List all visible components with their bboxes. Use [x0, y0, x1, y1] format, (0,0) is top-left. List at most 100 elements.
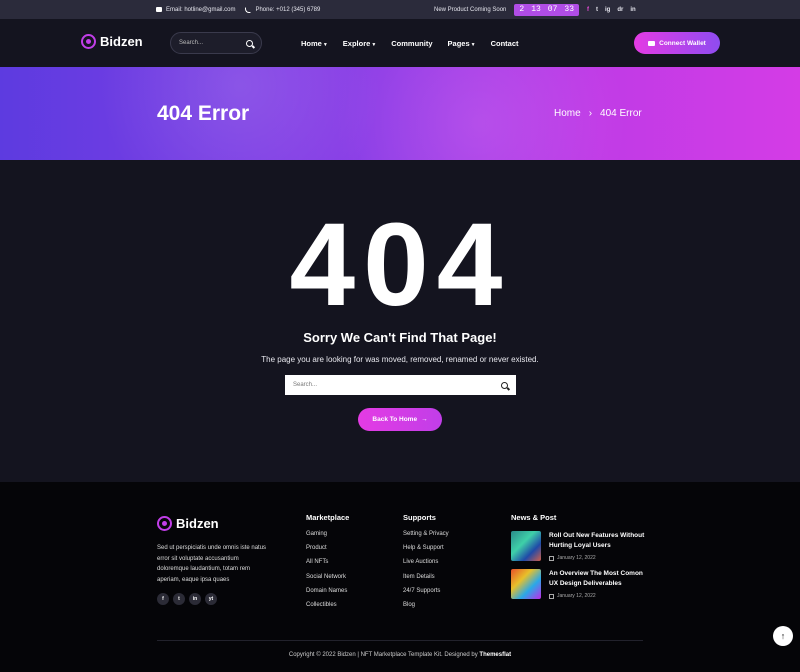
news-title[interactable]: Roll Out New Features Without Hurting Lo…	[549, 531, 649, 550]
connect-wallet-button[interactable]: Connect Wallet	[634, 32, 720, 54]
footer-logo[interactable]: Bidzen	[157, 516, 219, 531]
calendar-icon	[549, 593, 554, 599]
mail-icon	[156, 7, 162, 12]
instagram-icon[interactable]: ig	[605, 7, 610, 13]
footer-marketplace-title: Marketplace	[306, 513, 350, 522]
wallet-icon	[648, 40, 656, 46]
news-thumbnail[interactable]	[511, 569, 541, 599]
chevron-down-icon: ▼	[371, 41, 377, 48]
nav-community-label: Community	[391, 38, 433, 48]
footer-divider	[157, 640, 643, 641]
page-title: 404 Error	[157, 102, 250, 125]
error-description: The page you are looking for was moved, …	[261, 355, 539, 364]
nav-pages-label: Pages	[447, 38, 470, 48]
nav-explore[interactable]: Explore▼	[343, 39, 376, 48]
main-nav: Home▼ Explore▼ Community Pages▼ Contact	[301, 19, 519, 67]
error-search-input[interactable]: Search...	[293, 382, 317, 388]
breadcrumb-home[interactable]: Home	[554, 108, 581, 119]
logo-icon	[157, 516, 172, 531]
site-header: Bidzen Search... Home▼ Explore▼ Communit…	[0, 19, 800, 67]
coming-soon-text: New Product Coming Soon	[434, 6, 507, 13]
footer-logo-text: Bidzen	[176, 516, 219, 531]
footer-link[interactable]: All NFTs	[306, 559, 349, 573]
footer-link[interactable]: Collectibles	[306, 602, 349, 616]
contact-info: Email: hotline@gmail.com Phone: +012 (34…	[156, 0, 320, 19]
error-code: 404	[289, 199, 511, 331]
footer-link[interactable]: Help & Support	[403, 545, 449, 559]
linkedin-icon[interactable]: in	[189, 593, 201, 605]
logo-icon	[81, 34, 96, 49]
footer-link[interactable]: Product	[306, 545, 349, 559]
logo-text: Bidzen	[100, 34, 143, 49]
scroll-to-top-button[interactable]: ↑	[773, 626, 793, 646]
news-title[interactable]: An Overview The Most Comon UX Design Del…	[549, 569, 649, 588]
linkedin-icon[interactable]: in	[630, 7, 635, 13]
chevron-down-icon: ▼	[322, 41, 328, 48]
news-date: January 12, 2022	[549, 593, 649, 599]
footer-news-title: News & Post	[511, 513, 557, 522]
site-footer: Bidzen Sed ut perspiciatis unde omnis is…	[0, 482, 800, 672]
footer-link[interactable]: Blog	[403, 602, 449, 616]
twitter-icon[interactable]: t	[173, 593, 185, 605]
calendar-icon	[549, 555, 554, 561]
chevron-down-icon: ▼	[470, 41, 476, 48]
youtube-icon[interactable]: yt	[205, 593, 217, 605]
site-logo[interactable]: Bidzen	[81, 34, 143, 49]
copyright: Copyright © 2022 Bidzen | NFT Marketplac…	[0, 652, 800, 658]
breadcrumb: Home › 404 Error	[554, 108, 642, 119]
top-bar: Email: hotline@gmail.com Phone: +012 (34…	[0, 0, 800, 19]
phone-icon	[245, 6, 252, 13]
breadcrumb-separator: ›	[588, 108, 593, 119]
error-section: 404 Sorry We Can't Find That Page! The p…	[0, 160, 800, 482]
footer-link[interactable]: Social Network	[306, 574, 349, 588]
facebook-icon[interactable]: f	[157, 593, 169, 605]
footer-link[interactable]: Setting & Privacy	[403, 531, 449, 545]
email-info[interactable]: Email: hotline@gmail.com	[156, 7, 235, 13]
dribbble-icon[interactable]: dr	[617, 7, 623, 13]
phone-text: Phone: +012 (345) 6789	[255, 6, 321, 13]
news-item[interactable]: Roll Out New Features Without Hurting Lo…	[511, 531, 649, 561]
nav-contact[interactable]: Contact	[491, 39, 519, 48]
footer-socials: f t in yt	[157, 593, 217, 605]
footer-link[interactable]: Live Auctions	[403, 559, 449, 573]
search-icon[interactable]	[501, 381, 508, 389]
twitter-icon[interactable]: t	[596, 7, 598, 13]
countdown-days: 2	[519, 5, 525, 14]
footer-supports: Supports Setting & Privacy Help & Suppor…	[403, 513, 449, 616]
nav-home[interactable]: Home▼	[301, 39, 328, 48]
news-date-text: January 12, 2022	[557, 593, 596, 599]
nav-explore-label: Explore	[342, 38, 371, 48]
news-item[interactable]: An Overview The Most Comon UX Design Del…	[511, 569, 649, 599]
coming-soon: New Product Coming Soon 2 13 07 33	[434, 0, 580, 19]
error-search[interactable]: Search...	[285, 375, 516, 395]
footer-news: News & Post Roll Out New Features Withou…	[511, 513, 649, 607]
back-to-home-button[interactable]: Back To Home →	[358, 408, 442, 431]
top-socials: f t ig dr in	[587, 0, 636, 19]
connect-wallet-label: Connect Wallet	[659, 39, 706, 47]
phone-info[interactable]: Phone: +012 (345) 6789	[245, 6, 321, 13]
footer-link[interactable]: Item Details	[403, 574, 449, 588]
footer-link[interactable]: Domain Names	[306, 588, 349, 602]
email-text: Email: hotline@gmail.com	[166, 6, 236, 13]
countdown-minutes: 07	[547, 5, 558, 14]
news-date-text: January 12, 2022	[557, 555, 596, 561]
nav-community[interactable]: Community	[391, 39, 432, 48]
header-search[interactable]: Search...	[170, 32, 262, 54]
back-to-home-label: Back To Home	[372, 416, 418, 423]
nav-pages[interactable]: Pages▼	[448, 39, 476, 48]
page-banner: 404 Error Home › 404 Error	[0, 67, 800, 160]
header-search-input[interactable]: Search...	[179, 40, 203, 46]
search-icon[interactable]	[246, 39, 253, 47]
news-thumbnail[interactable]	[511, 531, 541, 561]
footer-link[interactable]: 24/7 Supports	[403, 588, 449, 602]
countdown-timer: 2 13 07 33	[514, 3, 580, 16]
countdown-seconds: 33	[564, 5, 575, 14]
news-date: January 12, 2022	[549, 555, 649, 561]
copyright-brand[interactable]: Themesflat	[479, 652, 511, 658]
nav-home-label: Home	[301, 38, 322, 48]
nav-contact-label: Contact	[490, 38, 519, 48]
facebook-icon[interactable]: f	[587, 7, 589, 13]
countdown-hours: 13	[531, 5, 541, 14]
footer-link[interactable]: Gaming	[306, 531, 349, 545]
footer-supports-title: Supports	[403, 513, 436, 522]
